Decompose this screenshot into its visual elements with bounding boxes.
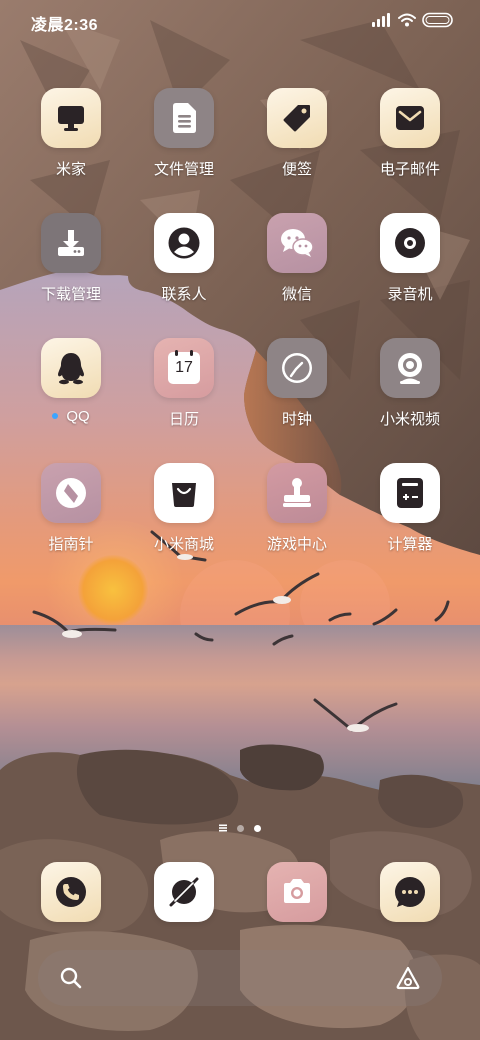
app-label: 联系人: [161, 286, 207, 303]
app-label: 下载管理: [40, 286, 101, 303]
webcam-icon: [398, 353, 422, 384]
app-tile: [41, 463, 101, 523]
app-tile: [154, 88, 214, 148]
app-label: 时钟: [281, 411, 312, 428]
search-icon[interactable]: [59, 966, 83, 990]
app-calculator[interactable]: 计算器: [354, 463, 466, 583]
app-tile: [154, 862, 214, 922]
page-list-icon: [219, 824, 227, 832]
app-label: 便签: [281, 161, 312, 178]
app-tile: [267, 88, 327, 148]
status-icons: [372, 12, 454, 28]
joystick-icon: [283, 478, 311, 507]
app-tile: [41, 338, 101, 398]
app-game-center[interactable]: 游戏中心: [241, 463, 353, 583]
chat-bubbles-icon: [281, 229, 314, 257]
app-label: 计算器: [387, 536, 433, 553]
document-icon: [173, 103, 196, 133]
app-tile: [41, 213, 101, 273]
app-tile: [41, 88, 101, 148]
person-icon: [168, 227, 200, 259]
monitor-icon: [58, 106, 84, 131]
app-label-text: QQ: [66, 408, 90, 425]
app-tile: [267, 463, 327, 523]
app-tile: [154, 463, 214, 523]
app-label: 录音机: [387, 286, 433, 303]
app-file-manager[interactable]: 文件管理: [128, 88, 240, 208]
page-indicator[interactable]: [0, 824, 480, 832]
app-contacts[interactable]: 联系人: [128, 213, 240, 333]
phone-icon: [56, 877, 86, 907]
app-tile: [267, 862, 327, 922]
app-tile: 17: [154, 338, 214, 398]
page-dot: [237, 824, 244, 832]
shopping-bag-icon: [172, 483, 196, 507]
battery-icon: [422, 12, 453, 28]
clock-icon: [282, 353, 312, 383]
app-label: 小米商城: [153, 536, 214, 553]
app-calendar[interactable]: 17 日历: [128, 338, 240, 458]
app-tile: [267, 338, 327, 398]
app-recorder[interactable]: 录音机: [354, 213, 466, 333]
notification-dot: [52, 413, 59, 420]
home-screen: 凌晨2:36 米家 文件管理 便签 电子邮件 下载管理 联系人 微信 录音机 Q…: [0, 0, 480, 1040]
signal-icon: [372, 13, 390, 27]
app-tile: [41, 862, 101, 922]
app-clock[interactable]: 时钟: [241, 338, 353, 458]
app-label: 日历: [168, 411, 199, 428]
dock-messages[interactable]: [354, 862, 466, 922]
app-label: 电子邮件: [379, 161, 440, 178]
app-tile: [154, 213, 214, 273]
camera-icon: [284, 879, 310, 903]
message-icon: [395, 877, 425, 907]
wifi-icon: [398, 13, 416, 27]
dock-phone[interactable]: [15, 862, 127, 922]
app-download-manager[interactable]: 下载管理: [15, 213, 127, 333]
tag-icon: [283, 105, 310, 132]
dock-camera[interactable]: [241, 862, 353, 922]
compass-icon: [56, 478, 86, 508]
app-tile: [380, 463, 440, 523]
app-label: QQ: [11, 408, 131, 425]
assistant-icon[interactable]: [394, 965, 422, 991]
app-notes[interactable]: 便签: [241, 88, 353, 208]
app-compass[interactable]: 指南针: [15, 463, 127, 583]
app-wechat[interactable]: 微信: [241, 213, 353, 333]
mail-icon: [396, 106, 424, 130]
penguin-icon: [58, 353, 84, 385]
download-icon: [58, 230, 84, 256]
calendar-day: 17: [175, 359, 193, 376]
status-bar: 凌晨2:36: [0, 0, 480, 42]
app-mijia[interactable]: 米家: [15, 88, 127, 208]
app-tile: [380, 88, 440, 148]
app-email[interactable]: 电子邮件: [354, 88, 466, 208]
dock-browser[interactable]: [128, 862, 240, 922]
app-tile: [380, 862, 440, 922]
app-tile: [380, 213, 440, 273]
app-label: 小米视频: [379, 411, 440, 428]
page-dot-active: [254, 824, 261, 832]
app-label: 文件管理: [153, 161, 214, 178]
app-label: 微信: [281, 286, 312, 303]
app-tile: [380, 338, 440, 398]
calculator-icon: [397, 478, 423, 508]
app-tile: [267, 213, 327, 273]
calendar-icon: 17: [168, 350, 200, 384]
record-icon: [395, 228, 425, 258]
app-mi-video[interactable]: 小米视频: [354, 338, 466, 458]
search-bar[interactable]: [38, 950, 442, 1006]
app-label: 指南针: [48, 536, 94, 553]
app-qq[interactable]: QQ: [15, 338, 127, 458]
browser-icon: [169, 877, 199, 907]
status-time: 凌晨2:36: [31, 17, 99, 34]
app-label: 游戏中心: [266, 536, 327, 553]
app-label: 米家: [55, 161, 86, 178]
app-mi-store[interactable]: 小米商城: [128, 463, 240, 583]
